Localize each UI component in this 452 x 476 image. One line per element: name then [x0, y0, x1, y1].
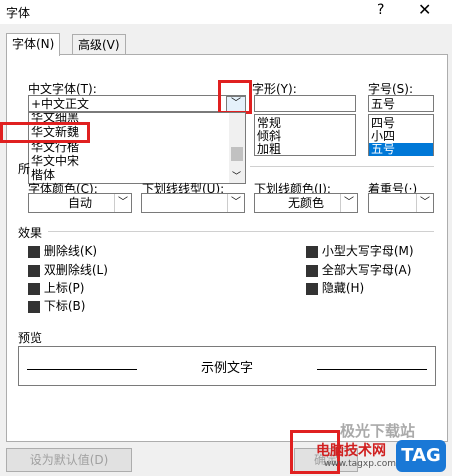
chevron-down-icon[interactable]: ﹀	[114, 194, 131, 212]
preview-title: 预览	[18, 331, 43, 345]
subscript-checkbox[interactable]: 下标(B)	[28, 297, 85, 314]
superscript-checkbox[interactable]: 上标(P)	[28, 279, 84, 296]
underline-color-combo[interactable]: 无颜色 ﹀	[254, 193, 358, 213]
divider	[250, 166, 434, 167]
checkbox-icon[interactable]	[28, 264, 40, 277]
checkbox-icon[interactable]	[28, 300, 40, 313]
watermark-text: 电脑技术网	[316, 443, 386, 459]
checkbox-icon[interactable]	[28, 245, 40, 258]
strikethrough-checkbox[interactable]: 删除线(K)	[28, 242, 97, 259]
checkbox-label: 隐藏(H)	[321, 281, 365, 295]
font-color-value: 自动	[67, 196, 92, 210]
close-button[interactable]: ✕	[418, 0, 431, 19]
window-title: 字体	[6, 6, 31, 20]
chinese-font-combo[interactable]: +中文正文	[28, 95, 246, 112]
tab-advanced[interactable]: 高级(V)	[72, 34, 126, 55]
help-button[interactable]: ?	[377, 2, 384, 18]
chevron-down-icon[interactable]: ﹀	[416, 194, 433, 212]
chevron-down-icon[interactable]: ﹀	[340, 194, 357, 212]
size-input[interactable]: 五号	[368, 95, 434, 112]
all-text-label-partial: 所	[18, 162, 31, 176]
preview-box: 示例文字	[18, 346, 436, 386]
checkbox-label: 全部大写字母(A)	[321, 263, 412, 277]
double-strikethrough-checkbox[interactable]: 双删除线(L)	[28, 261, 108, 278]
preview-sample: 示例文字	[200, 361, 253, 376]
highlight-box-dropdown	[218, 80, 252, 114]
scroll-down-icon[interactable]: ﹀	[232, 169, 241, 182]
set-default-button[interactable]: 设为默认值(D)	[6, 448, 132, 472]
checkbox-label: 双删除线(L)	[43, 263, 108, 277]
highlight-box-font	[0, 122, 90, 143]
tab-font[interactable]: 字体(N)	[6, 33, 61, 56]
checkbox-icon[interactable]	[28, 282, 40, 295]
font-color-combo[interactable]: 自动 ﹀	[28, 193, 132, 213]
scrollbar-thumb[interactable]	[231, 147, 243, 161]
preview-line-right	[317, 369, 427, 370]
hidden-checkbox[interactable]: 隐藏(H)	[306, 279, 364, 296]
checkbox-label: 删除线(K)	[43, 244, 98, 258]
underline-color-value: 无颜色	[287, 196, 324, 210]
size-option-selected[interactable]: 五号	[369, 143, 433, 156]
checkbox-label: 下标(B)	[43, 299, 86, 313]
checkbox-icon[interactable]	[306, 264, 318, 277]
font-option[interactable]: 华文中宋	[29, 154, 227, 168]
checkbox-icon[interactable]	[306, 282, 318, 295]
style-option[interactable]: 加粗	[255, 143, 355, 156]
chevron-down-icon[interactable]: ﹀	[227, 194, 244, 212]
chinese-font-value: +中文正文	[31, 97, 90, 111]
style-list[interactable]: 常规 倾斜 加粗	[254, 114, 356, 156]
dropdown-scrollbar[interactable]: ﹀	[229, 113, 245, 183]
checkbox-label: 小型大写字母(M)	[321, 244, 414, 258]
size-list[interactable]: 四号 小四 五号	[368, 114, 434, 156]
checkbox-label: 上标(P)	[43, 281, 85, 295]
watermark-url: www.tagxp.com	[324, 459, 396, 469]
checkbox-icon[interactable]	[306, 245, 318, 258]
watermark-top: 极光下载站	[340, 422, 416, 440]
underline-style-combo[interactable]: ﹀	[141, 193, 245, 213]
all-caps-checkbox[interactable]: 全部大写字母(A)	[306, 261, 411, 278]
small-caps-checkbox[interactable]: 小型大写字母(M)	[306, 242, 414, 259]
emphasis-combo[interactable]: ﹀	[368, 193, 434, 213]
divider	[48, 231, 434, 232]
style-input[interactable]	[254, 95, 356, 112]
watermark-tag-logo: TAG	[396, 440, 446, 472]
effects-title: 效果	[18, 226, 43, 240]
